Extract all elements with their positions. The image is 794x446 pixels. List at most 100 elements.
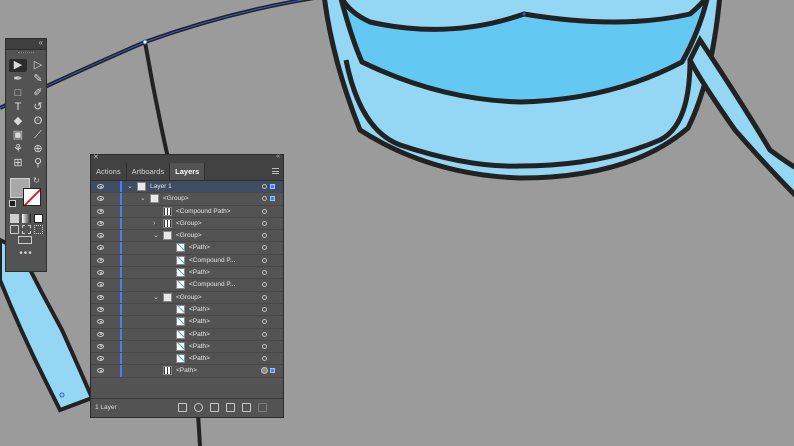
rectangle-tool-icon[interactable]: □: [9, 87, 27, 100]
selection-tool-icon[interactable]: ▶: [9, 59, 27, 72]
draw-behind-icon[interactable]: [22, 225, 31, 234]
layer-row[interactable]: <Path>: [91, 365, 283, 378]
target-circle-icon[interactable]: [262, 245, 267, 251]
swap-fill-stroke-icon[interactable]: ↻: [33, 176, 40, 185]
layer-row[interactable]: ⌄ <Group>: [91, 193, 283, 206]
curvature-tool-icon[interactable]: ✎: [29, 73, 47, 86]
target-circle-icon[interactable]: [262, 343, 267, 349]
delete-layer-icon[interactable]: [258, 403, 267, 412]
tab-actions[interactable]: Actions: [91, 163, 127, 180]
target-circle-icon[interactable]: [262, 282, 267, 288]
tab-artboards[interactable]: Artboards: [127, 163, 171, 180]
layer-row[interactable]: <Compound P...: [91, 279, 283, 292]
default-fill-stroke-icon[interactable]: [9, 200, 16, 207]
visibility-eye-icon[interactable]: [97, 282, 104, 288]
target-circle-icon[interactable]: [262, 270, 267, 276]
layer-row[interactable]: <Path>: [91, 340, 283, 354]
layer-name[interactable]: <Path>: [189, 304, 210, 316]
layer-name[interactable]: <Compound P...: [189, 255, 235, 267]
new-layer-icon[interactable]: [242, 403, 251, 412]
stroke-swatch[interactable]: [23, 188, 41, 206]
visibility-eye-icon[interactable]: [97, 319, 104, 325]
layer-name[interactable]: <Path>: [189, 341, 210, 353]
draw-normal-icon[interactable]: [10, 225, 19, 234]
layer-name[interactable]: <Path>: [189, 242, 210, 254]
gradient-icon[interactable]: [22, 214, 31, 223]
chevron-down-icon[interactable]: ⌄: [127, 183, 133, 191]
layers-panel-titlebar[interactable]: ✕ «: [91, 153, 283, 163]
layer-row[interactable]: <Path>: [91, 267, 283, 280]
visibility-eye-icon[interactable]: [97, 208, 104, 214]
collect-for-export-icon[interactable]: [178, 403, 187, 412]
target-circle-icon[interactable]: [262, 331, 267, 337]
layer-name[interactable]: Layer 1: [150, 181, 172, 193]
layer-name[interactable]: <Path>: [189, 329, 210, 341]
visibility-eye-icon[interactable]: [97, 306, 104, 312]
anchor-point[interactable]: [522, 12, 526, 16]
tools-panel-titlebar[interactable]: «: [6, 38, 46, 50]
anchor-point[interactable]: [59, 392, 65, 398]
panel-menu-icon[interactable]: [272, 168, 279, 174]
layer-name[interactable]: <Path>: [189, 267, 210, 279]
visibility-eye-icon[interactable]: [97, 356, 104, 362]
visibility-eye-icon[interactable]: [97, 294, 104, 300]
puppet-warp-tool-icon[interactable]: ⚘: [9, 143, 27, 156]
new-sublayer-icon[interactable]: [226, 403, 235, 412]
layer-name[interactable]: <Path>: [189, 353, 210, 365]
layer-name[interactable]: <Path>: [176, 365, 197, 377]
visibility-eye-icon[interactable]: [97, 368, 104, 374]
target-circle-icon[interactable]: [262, 184, 267, 189]
layer-row[interactable]: <Path>: [91, 353, 283, 366]
eyedropper-tool-icon[interactable]: ⟋: [29, 129, 47, 142]
target-circle-icon[interactable]: [262, 220, 267, 226]
target-circle-icon[interactable]: [262, 294, 267, 300]
selection-indicator[interactable]: [270, 368, 275, 374]
selection-indicator[interactable]: [270, 184, 275, 189]
gradient-tool-icon[interactable]: ▣: [9, 129, 27, 142]
target-circle-icon[interactable]: [262, 208, 267, 214]
layer-row[interactable]: <Path>: [91, 328, 283, 341]
target-circle-icon[interactable]: [262, 319, 267, 325]
visibility-eye-icon[interactable]: [97, 245, 104, 251]
layer-row[interactable]: <Compound P...: [91, 254, 283, 268]
tab-layers[interactable]: Layers: [170, 163, 206, 180]
chevron-down-icon[interactable]: ⌄: [140, 195, 146, 203]
artboard-tool-icon[interactable]: ⊞: [9, 157, 27, 170]
layer-name[interactable]: <Compound P...: [189, 279, 235, 291]
visibility-eye-icon[interactable]: [97, 257, 104, 263]
zoom-tool-icon[interactable]: ⚲: [29, 157, 47, 170]
target-circle-icon[interactable]: [262, 306, 267, 312]
layer-row[interactable]: ⌄ <Group>: [91, 291, 283, 304]
layer-name[interactable]: <Group>: [176, 218, 202, 230]
layer-name[interactable]: <Path>: [189, 316, 210, 328]
anchor-point[interactable]: [142, 39, 148, 45]
layer-row[interactable]: <Compound Path>: [91, 205, 283, 218]
layer-name[interactable]: <Compound Path>: [176, 206, 231, 218]
collapse-icon[interactable]: «: [39, 38, 43, 48]
direct-selection-tool-icon[interactable]: ▷: [29, 59, 47, 72]
target-circle-icon[interactable]: [261, 367, 268, 375]
layer-row[interactable]: <Path>: [91, 303, 283, 317]
shape-builder-tool-icon[interactable]: ⊕: [29, 143, 47, 156]
selection-indicator[interactable]: [270, 196, 275, 202]
visibility-eye-icon[interactable]: [97, 331, 104, 337]
rotate-tool-icon[interactable]: ↺: [29, 101, 47, 114]
visibility-eye-icon[interactable]: [97, 196, 104, 202]
draw-inside-icon[interactable]: [34, 225, 43, 234]
paintbrush-tool-icon[interactable]: ✐: [29, 87, 47, 100]
screen-mode-icon[interactable]: [18, 236, 32, 244]
layer-row[interactable]: <Path>: [91, 242, 283, 255]
layer-row[interactable]: ⌄ Layer 1: [91, 181, 283, 194]
lasso-tool-icon[interactable]: ʘ: [29, 115, 47, 128]
target-circle-icon[interactable]: [262, 233, 267, 239]
none-icon[interactable]: [34, 214, 43, 223]
type-tool-icon[interactable]: T: [9, 101, 27, 114]
layer-row[interactable]: ⌄ <Group>: [91, 230, 283, 243]
collapse-icon[interactable]: «: [276, 153, 280, 160]
edit-toolbar-button[interactable]: •••: [6, 248, 46, 259]
target-circle-icon[interactable]: [262, 356, 267, 362]
pen-tool-icon[interactable]: ✒: [9, 73, 27, 86]
close-icon[interactable]: ✕: [93, 153, 99, 161]
layer-name[interactable]: <Group>: [163, 193, 189, 205]
chevron-right-icon[interactable]: ›: [153, 220, 155, 228]
